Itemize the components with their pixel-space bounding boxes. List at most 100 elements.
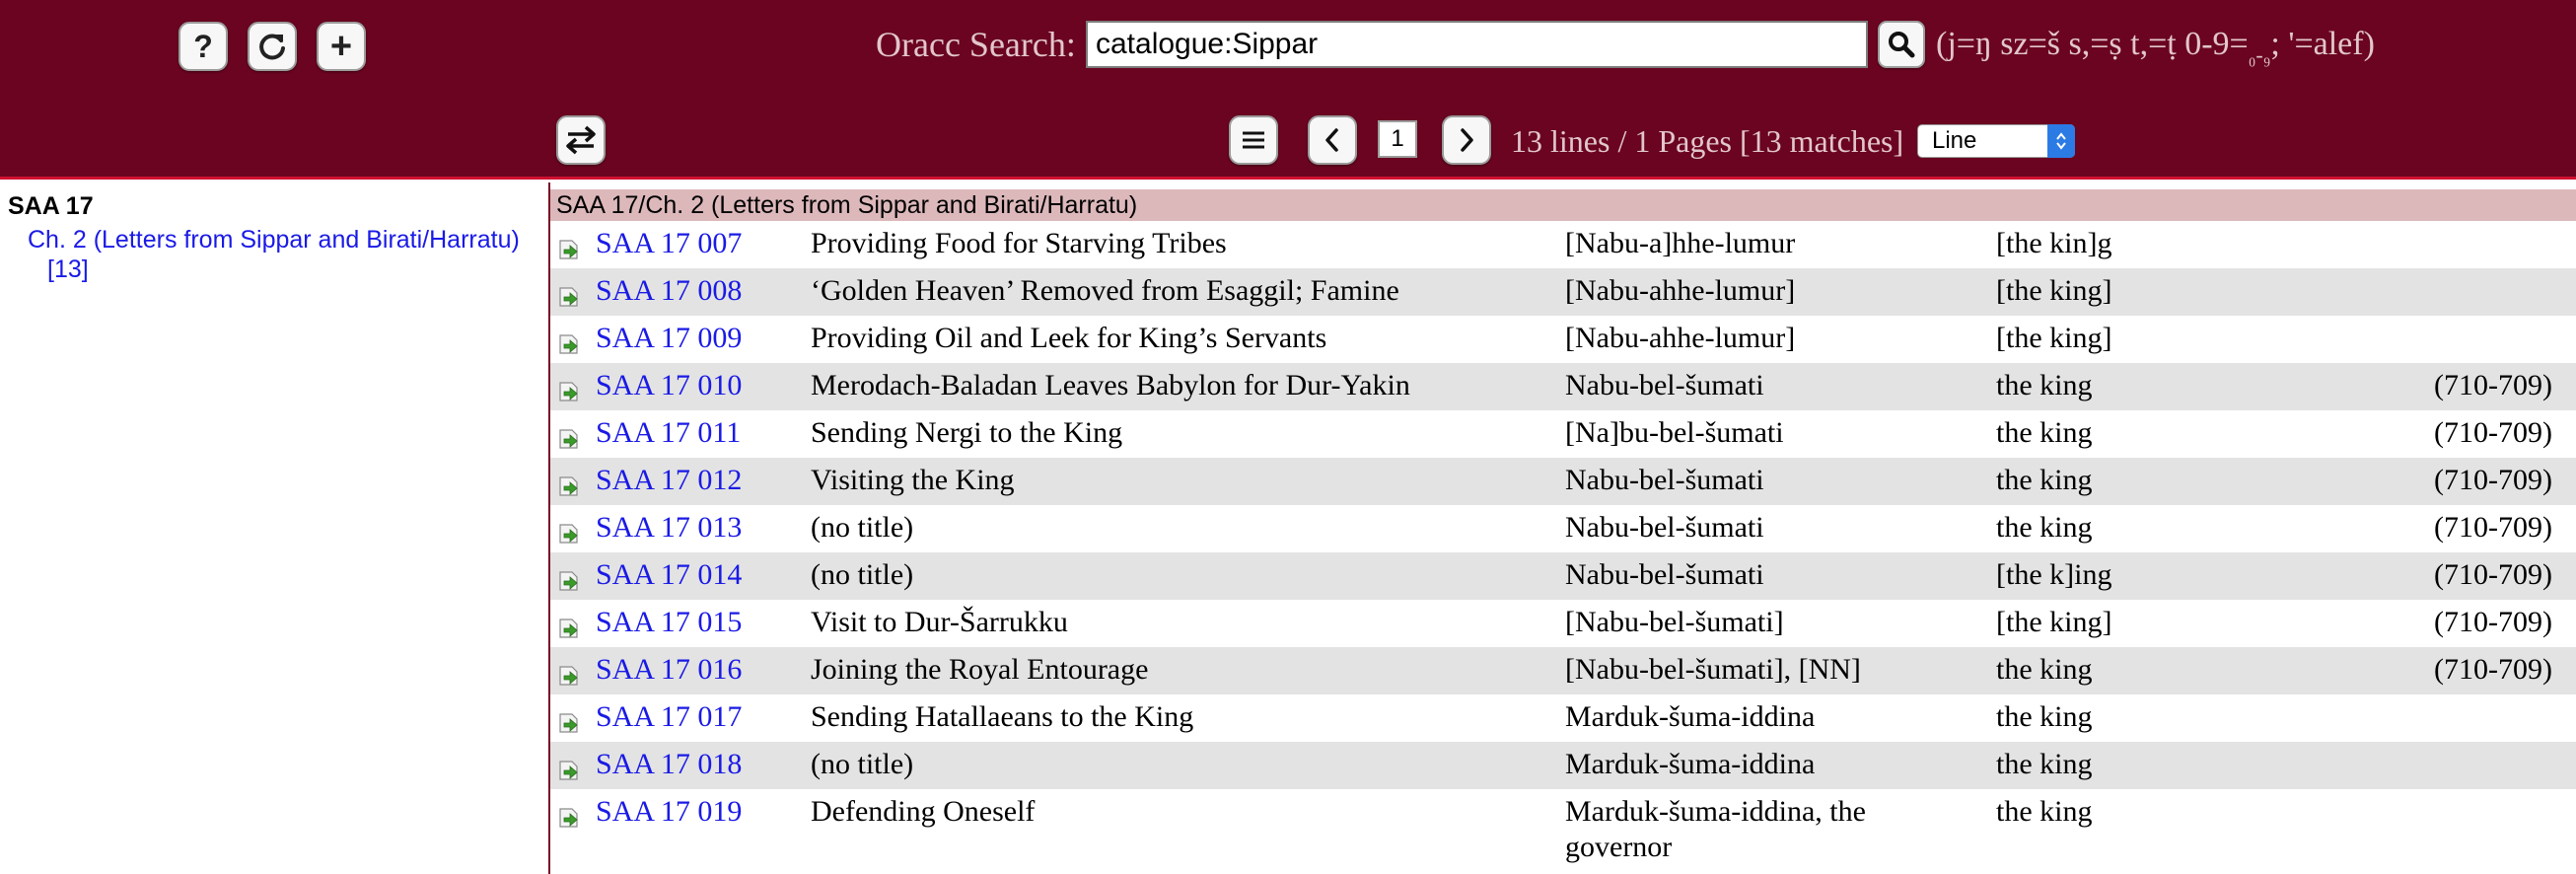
text-author: Nabu-bel-šumati [1565,511,1764,544]
text-date: (710-709) [2434,558,2552,591]
table-row[interactable]: SAA 17 016 Joining the Royal Entourage [Na… [550,647,2576,694]
text-id-link[interactable]: SAA 17 009 [596,321,742,356]
reload-button[interactable] [248,22,297,71]
open-text-arrow-icon[interactable] [557,806,581,830]
text-author: Nabu-bel-šumati [1565,464,1764,496]
text-date: (710-709) [2434,511,2552,544]
text-title: Visiting the King [811,464,1015,496]
text-author: [Nabu-bel-šumati] [1565,606,1784,638]
text-id-link[interactable]: SAA 17 018 [596,747,742,782]
text-recipient: [the king] [1996,322,2112,354]
table-row[interactable]: SAA 17 009 Providing Oil and Leek for Kin… [550,316,2576,363]
open-text-arrow-icon[interactable] [557,285,581,309]
text-id-link[interactable]: SAA 17 015 [596,605,742,640]
open-text-arrow-icon[interactable] [557,332,581,356]
open-text-arrow-icon[interactable] [557,569,581,593]
next-page-button[interactable] [1442,115,1491,165]
text-recipient: the king [1996,511,2093,544]
text-author: [Nabu-bel-šumati], [NN] [1565,653,1861,686]
text-recipient: the king [1996,795,2093,828]
table-row[interactable]: SAA 17 008 ‘Golden Heaven’ Removed from E… [550,268,2576,316]
text-id-link[interactable]: SAA 17 011 [596,415,741,451]
add-button[interactable]: + [317,22,366,71]
results-menu-button[interactable] [1229,115,1278,165]
text-recipient: [the kin]g [1996,227,2112,259]
top-toolbar: ? + Oracc Search: (j=ŋ sz=š s,=ṣ t,=ṭ 0-… [0,0,2576,180]
text-title: ‘Golden Heaven’ Removed from Esaggil; Fa… [811,274,1399,307]
text-id-link[interactable]: SAA 17 010 [596,368,742,403]
text-date: (710-709) [2434,464,2552,496]
text-id-link[interactable]: SAA 17 012 [596,463,742,498]
text-date: (710-709) [2434,606,2552,638]
chevron-left-icon [1325,128,1338,152]
table-row[interactable]: SAA 17 007 Providing Food for Starving Tr… [550,221,2576,268]
help-icon: ? [193,29,213,64]
text-author: Nabu-bel-šumati [1565,369,1764,401]
open-text-arrow-icon[interactable] [557,474,581,498]
text-recipient: the king [1996,748,2093,780]
table-row[interactable]: SAA 17 010 Merodach-Baladan Leaves Babylo… [550,363,2576,410]
table-row[interactable]: SAA 17 018 (no title) Marduk-šuma-iddina th… [550,742,2576,789]
swap-arrows-icon [566,125,596,155]
text-title: (no title) [811,511,914,544]
text-date: (710-709) [2434,369,2552,401]
table-row[interactable]: SAA 17 019 Defending Oneself Marduk-šuma-i… [550,789,2576,863]
text-title: (no title) [811,748,914,780]
chapter-count-link[interactable]: [13] [47,255,89,284]
menu-lines-icon [1243,131,1264,149]
view-mode-select[interactable]: Line [1917,124,2075,158]
open-text-arrow-icon[interactable] [557,238,581,261]
text-title: Merodach-Baladan Leaves Babylon for Dur-… [811,369,1410,401]
search-input[interactable] [1086,21,1868,68]
text-id-link[interactable]: SAA 17 007 [596,226,742,261]
open-text-arrow-icon[interactable] [557,664,581,688]
text-title: Visit to Dur-Šarrukku [811,606,1068,638]
text-author: [Na]bu-bel-šumati [1565,416,1784,449]
open-text-arrow-icon[interactable] [557,380,581,403]
search-button[interactable] [1878,21,1925,68]
text-recipient: the king [1996,653,2093,686]
text-id-link[interactable]: SAA 17 019 [596,794,742,830]
table-row[interactable]: SAA 17 013 (no title) Nabu-bel-šumati the k… [550,505,2576,552]
table-row[interactable]: SAA 17 011 Sending Nergi to the King [Na]b… [550,410,2576,458]
table-row[interactable]: SAA 17 014 (no title) Nabu-bel-šumati [the … [550,552,2576,600]
text-id-link[interactable]: SAA 17 013 [596,510,742,546]
text-author: Marduk-šuma-iddina [1565,700,1816,733]
text-date: (710-709) [2434,416,2552,449]
text-title: Joining the Royal Entourage [811,653,1149,686]
reload-icon [259,34,285,60]
text-author: [Nabu-ahhe-lumur] [1565,322,1796,354]
search-label: Oracc Search: [876,25,1076,64]
text-author: Marduk-šuma-iddina [1565,748,1816,780]
add-icon: + [329,26,353,67]
previous-page-button[interactable] [1308,115,1357,165]
text-id-link[interactable]: SAA 17 008 [596,273,742,309]
text-title: Sending Hatallaeans to the King [811,700,1194,733]
results-summary: 13 lines / 1 Pages [13 matches] [1511,123,1904,159]
text-recipient: [the k]ing [1996,558,2112,591]
text-title: Providing Oil and Leek for King’s Servan… [811,322,1327,354]
text-recipient: [the king] [1996,606,2112,638]
open-text-arrow-icon[interactable] [557,711,581,735]
current-page-number[interactable]: 1 [1378,120,1417,158]
text-author: Marduk-šuma-iddina, the governor [1565,795,1866,863]
open-text-arrow-icon[interactable] [557,617,581,640]
text-id-link[interactable]: SAA 17 014 [596,557,742,593]
text-author: [Nabu-ahhe-lumur] [1565,274,1796,307]
open-text-arrow-icon[interactable] [557,427,581,451]
text-recipient: [the king] [1996,274,2112,307]
table-row[interactable]: SAA 17 017 Sending Hatallaeans to the Kin… [550,694,2576,742]
group-header: SAA 17/Ch. 2 (Letters from Sippar and Bi… [550,189,2576,221]
swap-layout-button[interactable] [556,115,606,165]
open-text-arrow-icon[interactable] [557,522,581,546]
chapter-link[interactable]: Ch. 2 (Letters from Sippar and Birati/Ha… [28,226,520,255]
table-row[interactable]: SAA 17 012 Visiting the King Nabu-bel-šuma… [550,458,2576,505]
results-table: SAA 17/Ch. 2 (Letters from Sippar and Bi… [550,189,2576,863]
table-row[interactable]: SAA 17 015 Visit to Dur-Šarrukku [Nabu-bel… [550,600,2576,647]
text-recipient: the king [1996,416,2093,449]
help-button[interactable]: ? [179,22,228,71]
open-text-arrow-icon[interactable] [557,759,581,782]
text-id-link[interactable]: SAA 17 017 [596,699,742,735]
text-id-link[interactable]: SAA 17 016 [596,652,742,688]
view-mode-value: Line [1932,127,1977,154]
